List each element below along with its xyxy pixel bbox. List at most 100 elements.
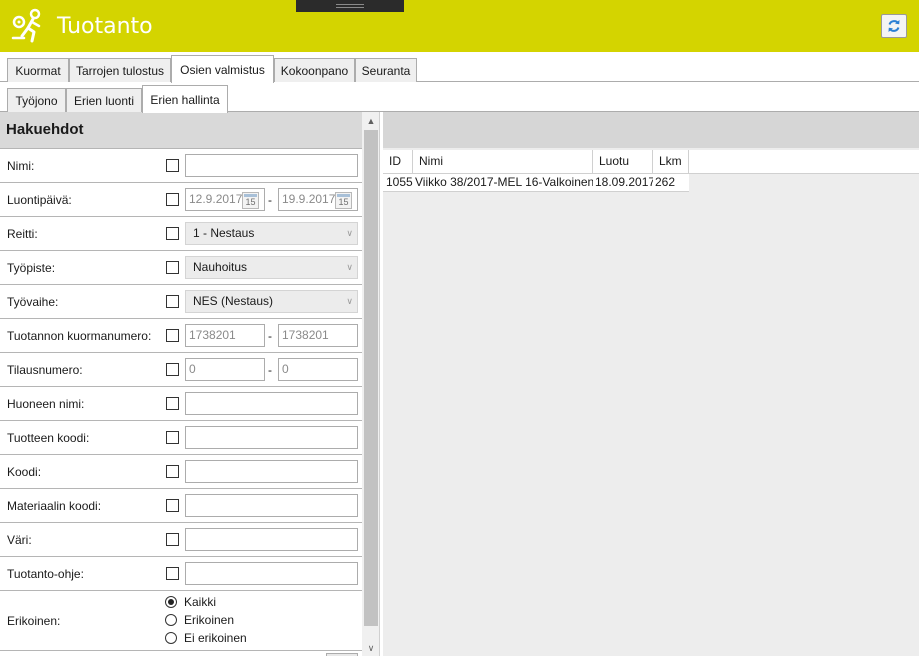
vari-checkbox[interactable] [166, 533, 179, 546]
tuotteen-koodi-label: Tuotteen koodi: [7, 431, 90, 445]
tab-tarrojen-tulostus[interactable]: Tarrojen tulostus [69, 58, 171, 82]
tuotteen-koodi-checkbox[interactable] [166, 431, 179, 444]
erikoinen-option-label: Ei erikoinen [184, 631, 247, 645]
cell-id: 1055 [386, 175, 413, 189]
erikoinen-label: Erikoinen: [7, 614, 61, 628]
erikoinen-option-ei-erikoinen[interactable]: Ei erikoinen [165, 630, 247, 646]
chevron-down-icon: ∨ [346, 296, 353, 306]
tyopiste-checkbox[interactable] [166, 261, 179, 274]
app-header: Tuotanto [0, 0, 919, 52]
filter-row-tyovaihe: Työvaihe: NES (Nestaus) ∨ [0, 284, 362, 318]
materiaalin-koodi-input[interactable] [185, 494, 358, 517]
chevron-down-icon: ∨ [346, 228, 353, 238]
tab-osien-valmistus[interactable]: Osien valmistus [171, 55, 274, 83]
reitti-checkbox[interactable] [166, 227, 179, 240]
tab-erien-luonti[interactable]: Erien luonti [66, 88, 142, 112]
scroll-up-icon[interactable]: ▲ [362, 112, 379, 130]
luontipaiva-to-input[interactable]: 19.9.2017 15 [278, 188, 358, 211]
tuotanto-ohje-checkbox[interactable] [166, 567, 179, 580]
kuormanumero-checkbox[interactable] [166, 329, 179, 342]
tab-tyojono[interactable]: Työjono [7, 88, 66, 112]
huoneen-nimi-input[interactable] [185, 392, 358, 415]
erikoinen-option-label: Erikoinen [184, 613, 235, 627]
kuormanumero-from-input[interactable]: 1738201 [185, 324, 265, 347]
tuotanto-ohje-label: Tuotanto-ohje: [7, 567, 84, 581]
nimi-label: Nimi: [7, 159, 35, 173]
koodi-input[interactable] [185, 460, 358, 483]
scroll-down-icon[interactable]: ∨ [362, 640, 379, 656]
vari-input[interactable] [185, 528, 358, 551]
tyovaihe-value: NES (Nestaus) [193, 294, 274, 308]
search-panel-scrollbar[interactable]: ▲ ∨ [362, 112, 379, 656]
filter-row-partial [0, 650, 362, 656]
reitti-label: Reitti: [7, 227, 38, 241]
refresh-icon [888, 20, 900, 32]
tilausnumero-from-input[interactable]: 0 [185, 358, 265, 381]
tyovaihe-checkbox[interactable] [166, 295, 179, 308]
column-header-id[interactable]: ID [383, 150, 413, 173]
radio-button[interactable] [165, 614, 177, 626]
nimi-input[interactable] [185, 154, 358, 177]
huoneen-nimi-label: Huoneen nimi: [7, 397, 85, 411]
filter-row-nimi: Nimi: [0, 148, 362, 182]
filter-row-erikoinen: Erikoinen: Kaikki Erikoinen Ei erikoinen [0, 590, 362, 650]
main-tab-bar: Kuormat Tarrojen tulostus Osien valmistu… [0, 52, 919, 83]
reitti-dropdown[interactable]: 1 - Nestaus ∨ [185, 222, 358, 245]
refresh-button[interactable] [881, 14, 907, 38]
tyovaihe-dropdown[interactable]: NES (Nestaus) ∨ [185, 290, 358, 313]
filter-row-luontipaiva: Luontipäivä: 12.9.2017 15 - 19.9.2017 15 [0, 182, 362, 216]
materiaalin-koodi-checkbox[interactable] [166, 499, 179, 512]
luontipaiva-from-input[interactable]: 12.9.2017 15 [185, 188, 265, 211]
luontipaiva-from-value: 12.9.2017 [189, 192, 243, 206]
search-panel-title: Hakuehdot [0, 112, 362, 148]
filter-row-reitti: Reitti: 1 - Nestaus ∨ [0, 216, 362, 250]
tuotanto-ohje-input[interactable] [185, 562, 358, 585]
column-header-lkm[interactable]: Lkm [653, 150, 689, 173]
materiaalin-koodi-label: Materiaalin koodi: [7, 499, 102, 513]
tab-erien-hallinta[interactable]: Erien hallinta [142, 85, 228, 113]
reitti-value: 1 - Nestaus [193, 226, 255, 240]
tilausnumero-label: Tilausnumero: [7, 363, 83, 377]
erikoinen-option-erikoinen[interactable]: Erikoinen [165, 612, 234, 628]
column-header-luotu[interactable]: Luotu [593, 150, 653, 173]
filter-row-vari: Väri: [0, 522, 362, 556]
erikoinen-option-kaikki[interactable]: Kaikki [165, 594, 216, 610]
filter-row-tyopiste: Työpiste: Nauhoitus ∨ [0, 250, 362, 284]
calendar-icon[interactable]: 15 [242, 192, 259, 209]
table-row[interactable]: 1055 Viikko 38/2017-MEL 16-Valkoinen 18.… [383, 174, 689, 192]
calendar-icon[interactable]: 15 [335, 192, 352, 209]
tab-seuranta[interactable]: Seuranta [355, 58, 417, 82]
window-drag-handle[interactable] [296, 0, 404, 12]
tyopiste-label: Työpiste: [7, 261, 56, 275]
vari-label: Väri: [7, 533, 32, 547]
tyopiste-dropdown[interactable]: Nauhoitus ∨ [185, 256, 358, 279]
filter-row-tuotteen-koodi: Tuotteen koodi: [0, 420, 362, 454]
tab-kuormat[interactable]: Kuormat [7, 58, 69, 82]
worker-icon [11, 8, 41, 43]
tab-kokoonpano[interactable]: Kokoonpano [274, 58, 355, 82]
chevron-down-icon: ∨ [346, 262, 353, 272]
tyopiste-value: Nauhoitus [193, 260, 248, 274]
koodi-checkbox[interactable] [166, 465, 179, 478]
radio-button[interactable] [165, 632, 177, 644]
tuotteen-koodi-input[interactable] [185, 426, 358, 449]
tilausnumero-checkbox[interactable] [166, 363, 179, 376]
kuormanumero-to-input[interactable]: 1738201 [278, 324, 358, 347]
huoneen-nimi-checkbox[interactable] [166, 397, 179, 410]
filter-row-materiaalin-koodi: Materiaalin koodi: [0, 488, 362, 522]
date-range-separator: - [268, 193, 272, 207]
nimi-checkbox[interactable] [166, 159, 179, 172]
radio-button-selected[interactable] [165, 596, 177, 608]
erikoinen-option-label: Kaikki [184, 595, 217, 609]
filter-row-huoneen-nimi: Huoneen nimi: [0, 386, 362, 420]
range-separator: - [268, 329, 272, 343]
range-separator: - [268, 363, 272, 377]
search-panel: Hakuehdot Nimi: Luontipäivä: 12.9.2017 1… [0, 112, 380, 656]
tilausnumero-to-input[interactable]: 0 [278, 358, 358, 381]
column-header-nimi[interactable]: Nimi [413, 150, 593, 173]
results-grid-header: ID Nimi Luotu Lkm [383, 150, 919, 174]
luontipaiva-checkbox[interactable] [166, 193, 179, 206]
results-panel: ID Nimi Luotu Lkm 1055 Viikko 38/2017-ME… [383, 112, 919, 656]
scrollbar-thumb[interactable] [364, 130, 378, 626]
filter-row-koodi: Koodi: [0, 454, 362, 488]
